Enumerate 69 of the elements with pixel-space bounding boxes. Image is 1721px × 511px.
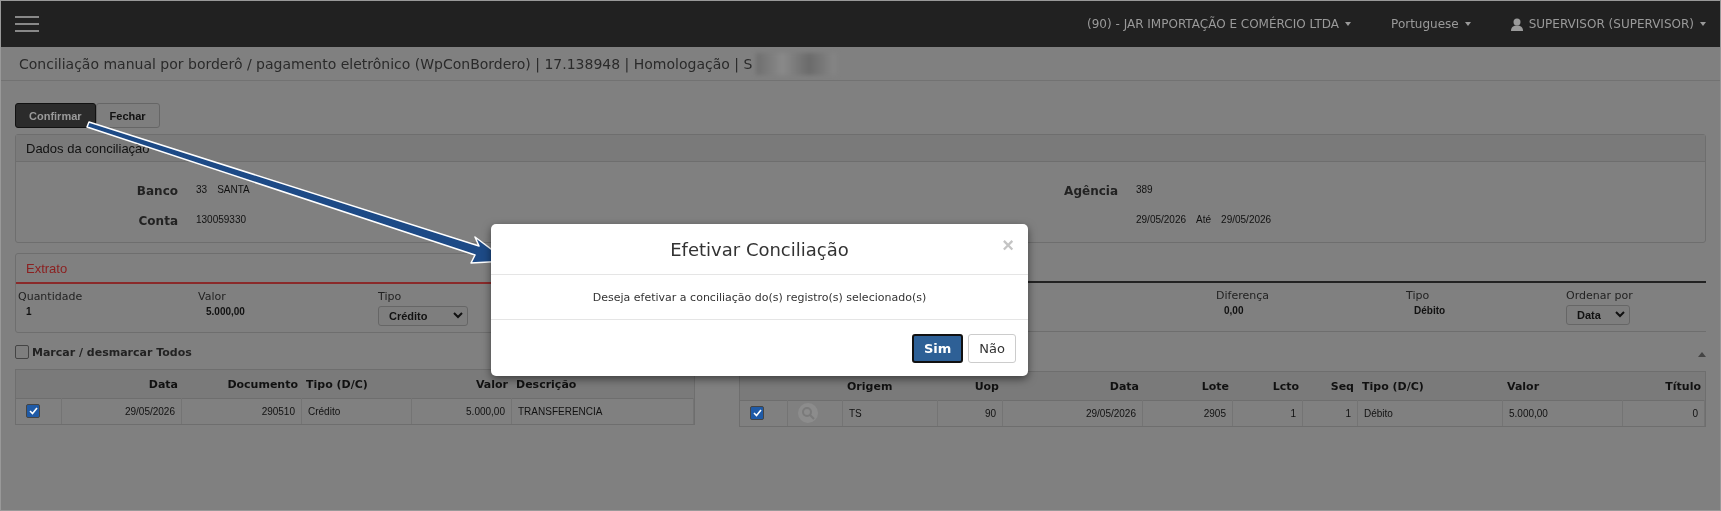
table-cell: 1 <box>1303 400 1358 426</box>
summary-label: Quantidade <box>18 290 83 303</box>
chevron-icon <box>453 312 463 320</box>
table-cell: Crédito <box>302 398 412 424</box>
table-cell: 5.000,00 <box>1503 400 1623 426</box>
page-title: Conciliação manual por borderô / pagamento eletrônico (WpConBordero) | 17.138948 | Homologação | S <box>19 55 753 72</box>
table-cell: 29/05/2026 <box>1003 400 1143 426</box>
column-header: Título <box>1664 378 1702 395</box>
column-header: Tipo (D/C) <box>1361 378 1425 395</box>
table-cell: 90 <box>938 400 1003 426</box>
column-header: Lcto <box>1271 378 1300 395</box>
table-cell: TRANSFERENCIA <box>512 398 694 424</box>
field-value: 389 <box>1136 184 1153 195</box>
summary-value: 5.000,00 <box>206 306 245 317</box>
summary-value: Débito <box>1414 305 1446 316</box>
row-checkbox[interactable] <box>750 406 764 420</box>
type-select[interactable]: Crédito <box>378 306 468 326</box>
table-cell: Débito <box>1358 400 1503 426</box>
table-cell: 290510 <box>182 398 302 424</box>
field-label: Conta <box>138 214 178 228</box>
user-icon <box>1510 17 1523 31</box>
field-value: 130059330 <box>196 214 247 225</box>
field-value: 33 <box>196 184 208 195</box>
column-header: Lote <box>1200 378 1230 395</box>
dialog-title: Efetivar Conciliação <box>670 238 849 260</box>
field-label: Banco <box>136 184 178 198</box>
summary-label: Valor <box>198 290 226 303</box>
dialog-message: Deseja efetivar a conciliação do(s) registro(s) selecionado(s) <box>592 290 927 304</box>
summary-label: Tipo <box>1406 289 1430 302</box>
summary-value: 0,00 <box>1224 305 1244 316</box>
summary-label: Ordenar por <box>1566 289 1633 302</box>
table-cell: TS <box>843 400 938 426</box>
column-header: Documento <box>226 376 299 393</box>
menu-icon[interactable] <box>15 15 39 33</box>
summary-label: Tipo <box>378 290 402 303</box>
company-menu[interactable]: (90) - JAR IMPORTAÇÃO E COMÉRCIO LTDA <box>1087 17 1352 31</box>
row-checkbox[interactable] <box>26 404 40 418</box>
table-cell: 1 <box>1233 400 1303 426</box>
table-cell: 29/05/2026 <box>62 398 182 424</box>
field-value: 29/05/2026 <box>1221 214 1272 225</box>
column-header: Valor <box>474 376 509 393</box>
table-cell: 5.000,00 <box>412 398 512 424</box>
summary-label: Diferença <box>1216 289 1269 302</box>
language-menu[interactable]: Portuguese <box>1391 17 1471 31</box>
column-header: Descrição <box>515 376 578 393</box>
summary-value: 1 <box>26 306 32 317</box>
column-header: Valor <box>1506 378 1541 395</box>
dialog-button[interactable]: Não <box>968 333 1016 363</box>
select-all-checkbox[interactable]: Marcar / desmarcar Todos <box>15 345 192 359</box>
column-header: Uop <box>973 378 1000 395</box>
collapse-icon[interactable] <box>1698 352 1706 357</box>
column-header: Origem <box>846 378 894 395</box>
toolbar-button[interactable]: Fechar <box>95 103 160 128</box>
dialog-button[interactable]: Sim <box>911 333 964 363</box>
toolbar-button[interactable]: Confirmar <box>15 103 96 128</box>
field-value: 29/05/2026 <box>1136 214 1187 225</box>
chevron-icon <box>1615 311 1625 319</box>
table-cell: 2905 <box>1143 400 1233 426</box>
table-cell: 0 <box>1623 400 1705 426</box>
field-value: Até <box>1196 214 1212 225</box>
field-label: Agência <box>1064 184 1118 198</box>
column-header: Data <box>1108 378 1140 395</box>
column-header: Tipo (D/C) <box>305 376 369 393</box>
panel-title: Dados da conciliação <box>26 140 150 156</box>
type-select[interactable]: Data <box>1566 305 1630 325</box>
user-menu[interactable]: SUPERVISOR (SUPERVISOR) <box>1510 17 1706 31</box>
field-value: SANTA <box>217 184 250 195</box>
column-header: Data <box>147 376 179 393</box>
column-header: Seq <box>1329 378 1355 395</box>
